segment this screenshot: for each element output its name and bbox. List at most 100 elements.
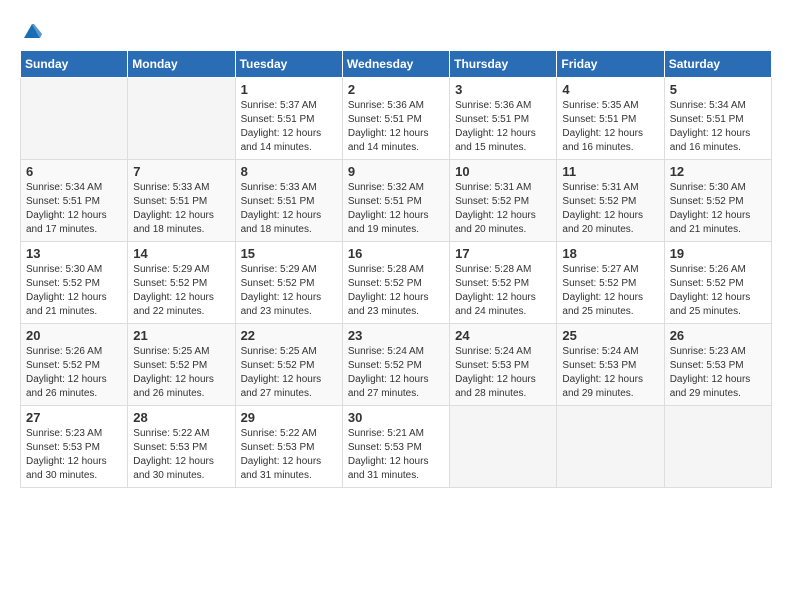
day-number: 4 [562, 82, 658, 97]
day-number: 15 [241, 246, 337, 261]
day-info: Sunrise: 5:29 AMSunset: 5:52 PMDaylight:… [133, 263, 229, 319]
day-number: 1 [241, 82, 337, 97]
calendar-cell [21, 78, 128, 160]
calendar-cell: 15 Sunrise: 5:29 AMSunset: 5:52 PMDayligh… [235, 242, 342, 324]
day-number: 14 [133, 246, 229, 261]
day-info: Sunrise: 5:33 AMSunset: 5:51 PMDaylight:… [133, 181, 229, 237]
day-number: 19 [670, 246, 766, 261]
day-info: Sunrise: 5:30 AMSunset: 5:52 PMDaylight:… [26, 263, 122, 319]
calendar-cell: 20 Sunrise: 5:26 AMSunset: 5:52 PMDayligh… [21, 324, 128, 406]
day-info: Sunrise: 5:22 AMSunset: 5:53 PMDaylight:… [241, 427, 337, 483]
day-number: 8 [241, 164, 337, 179]
calendar-week-1: 1 Sunrise: 5:37 AMSunset: 5:51 PMDaylight… [21, 78, 772, 160]
calendar-cell: 29 Sunrise: 5:22 AMSunset: 5:53 PMDayligh… [235, 406, 342, 488]
calendar-cell: 26Sunrise: 5:23 AMSunset: 5:53 PMDayligh… [664, 324, 771, 406]
day-info: Sunrise: 5:24 AMSunset: 5:53 PMDaylight:… [455, 345, 551, 401]
header-sunday: Sunday [21, 51, 128, 78]
day-info: Sunrise: 5:29 AMSunset: 5:52 PMDaylight:… [241, 263, 337, 319]
header-friday: Friday [557, 51, 664, 78]
header-saturday: Saturday [664, 51, 771, 78]
calendar-cell: 9Sunrise: 5:32 AMSunset: 5:51 PMDaylight… [342, 160, 449, 242]
day-info: Sunrise: 5:26 AMSunset: 5:52 PMDaylight:… [26, 345, 122, 401]
day-info: Sunrise: 5:24 AMSunset: 5:53 PMDaylight:… [562, 345, 658, 401]
day-number: 28 [133, 410, 229, 425]
day-number: 30 [348, 410, 444, 425]
calendar-cell [450, 406, 557, 488]
calendar-cell: 2 Sunrise: 5:36 AMSunset: 5:51 PMDaylight… [342, 78, 449, 160]
calendar-cell: 5 Sunrise: 5:34 AMSunset: 5:51 PMDaylight… [664, 78, 771, 160]
header-wednesday: Wednesday [342, 51, 449, 78]
day-info: Sunrise: 5:36 AMSunset: 5:51 PMDaylight:… [455, 99, 551, 155]
day-info: Sunrise: 5:25 AMSunset: 5:52 PMDaylight:… [241, 345, 337, 401]
day-number: 24 [455, 328, 551, 343]
calendar-cell: 14 Sunrise: 5:29 AMSunset: 5:52 PMDayligh… [128, 242, 235, 324]
header-monday: Monday [128, 51, 235, 78]
day-info: Sunrise: 5:37 AMSunset: 5:51 PMDaylight:… [241, 99, 337, 155]
calendar-cell: 1 Sunrise: 5:37 AMSunset: 5:51 PMDaylight… [235, 78, 342, 160]
day-info: Sunrise: 5:36 AMSunset: 5:51 PMDaylight:… [348, 99, 444, 155]
day-number: 2 [348, 82, 444, 97]
day-info: Sunrise: 5:23 AMSunset: 5:53 PMDaylight:… [26, 427, 122, 483]
day-info: Sunrise: 5:28 AMSunset: 5:52 PMDaylight:… [455, 263, 551, 319]
day-number: 20 [26, 328, 122, 343]
calendar-cell: 28 Sunrise: 5:22 AMSunset: 5:53 PMDayligh… [128, 406, 235, 488]
calendar-cell: 13 Sunrise: 5:30 AMSunset: 5:52 PMDayligh… [21, 242, 128, 324]
logo-icon [22, 20, 42, 40]
day-info: Sunrise: 5:27 AMSunset: 5:52 PMDaylight:… [562, 263, 658, 319]
calendar-cell: 8 Sunrise: 5:33 AMSunset: 5:51 PMDaylight… [235, 160, 342, 242]
calendar-cell: 11 Sunrise: 5:31 AMSunset: 5:52 PMDayligh… [557, 160, 664, 242]
calendar-cell: 23 Sunrise: 5:24 AMSunset: 5:52 PMDayligh… [342, 324, 449, 406]
day-info: Sunrise: 5:23 AMSunset: 5:53 PMDaylight:… [670, 345, 766, 401]
day-number: 3 [455, 82, 551, 97]
calendar-cell: 24 Sunrise: 5:24 AMSunset: 5:53 PMDayligh… [450, 324, 557, 406]
day-number: 10 [455, 164, 551, 179]
day-info: Sunrise: 5:30 AMSunset: 5:52 PMDaylight:… [670, 181, 766, 237]
day-info: Sunrise: 5:31 AMSunset: 5:52 PMDaylight:… [562, 181, 658, 237]
calendar-week-4: 20 Sunrise: 5:26 AMSunset: 5:52 PMDayligh… [21, 324, 772, 406]
day-info: Sunrise: 5:26 AMSunset: 5:52 PMDaylight:… [670, 263, 766, 319]
calendar-cell [128, 78, 235, 160]
day-number: 5 [670, 82, 766, 97]
day-number: 29 [241, 410, 337, 425]
calendar-week-5: 27Sunrise: 5:23 AMSunset: 5:53 PMDayligh… [21, 406, 772, 488]
day-number: 9 [348, 164, 444, 179]
calendar-cell: 21Sunrise: 5:25 AMSunset: 5:52 PMDayligh… [128, 324, 235, 406]
calendar-cell: 22Sunrise: 5:25 AMSunset: 5:52 PMDayligh… [235, 324, 342, 406]
day-info: Sunrise: 5:25 AMSunset: 5:52 PMDaylight:… [133, 345, 229, 401]
calendar-cell: 16Sunrise: 5:28 AMSunset: 5:52 PMDayligh… [342, 242, 449, 324]
calendar-cell: 3 Sunrise: 5:36 AMSunset: 5:51 PMDaylight… [450, 78, 557, 160]
calendar-cell: 12Sunrise: 5:30 AMSunset: 5:52 PMDayligh… [664, 160, 771, 242]
day-info: Sunrise: 5:22 AMSunset: 5:53 PMDaylight:… [133, 427, 229, 483]
logo [20, 20, 42, 40]
day-info: Sunrise: 5:21 AMSunset: 5:53 PMDaylight:… [348, 427, 444, 483]
day-info: Sunrise: 5:35 AMSunset: 5:51 PMDaylight:… [562, 99, 658, 155]
calendar-cell: 18 Sunrise: 5:27 AMSunset: 5:52 PMDayligh… [557, 242, 664, 324]
day-number: 11 [562, 164, 658, 179]
day-info: Sunrise: 5:24 AMSunset: 5:52 PMDaylight:… [348, 345, 444, 401]
calendar-cell [664, 406, 771, 488]
day-number: 17 [455, 246, 551, 261]
calendar-cell: 10 Sunrise: 5:31 AMSunset: 5:52 PMDayligh… [450, 160, 557, 242]
calendar-cell: 19 Sunrise: 5:26 AMSunset: 5:52 PMDayligh… [664, 242, 771, 324]
day-number: 23 [348, 328, 444, 343]
calendar-cell: 30 Sunrise: 5:21 AMSunset: 5:53 PMDayligh… [342, 406, 449, 488]
day-number: 16 [348, 246, 444, 261]
day-info: Sunrise: 5:34 AMSunset: 5:51 PMDaylight:… [670, 99, 766, 155]
calendar-cell: 25 Sunrise: 5:24 AMSunset: 5:53 PMDayligh… [557, 324, 664, 406]
day-number: 13 [26, 246, 122, 261]
day-number: 25 [562, 328, 658, 343]
calendar-cell: 17 Sunrise: 5:28 AMSunset: 5:52 PMDayligh… [450, 242, 557, 324]
calendar-cell [557, 406, 664, 488]
day-number: 6 [26, 164, 122, 179]
header-tuesday: Tuesday [235, 51, 342, 78]
calendar-cell: 7 Sunrise: 5:33 AMSunset: 5:51 PMDaylight… [128, 160, 235, 242]
day-number: 7 [133, 164, 229, 179]
day-info: Sunrise: 5:31 AMSunset: 5:52 PMDaylight:… [455, 181, 551, 237]
calendar-cell: 6 Sunrise: 5:34 AMSunset: 5:51 PMDaylight… [21, 160, 128, 242]
day-number: 18 [562, 246, 658, 261]
day-info: Sunrise: 5:34 AMSunset: 5:51 PMDaylight:… [26, 181, 122, 237]
calendar-week-2: 6 Sunrise: 5:34 AMSunset: 5:51 PMDaylight… [21, 160, 772, 242]
calendar-body: 1 Sunrise: 5:37 AMSunset: 5:51 PMDaylight… [21, 78, 772, 488]
calendar-header-row: SundayMondayTuesdayWednesdayThursdayFrid… [21, 51, 772, 78]
day-info: Sunrise: 5:33 AMSunset: 5:51 PMDaylight:… [241, 181, 337, 237]
